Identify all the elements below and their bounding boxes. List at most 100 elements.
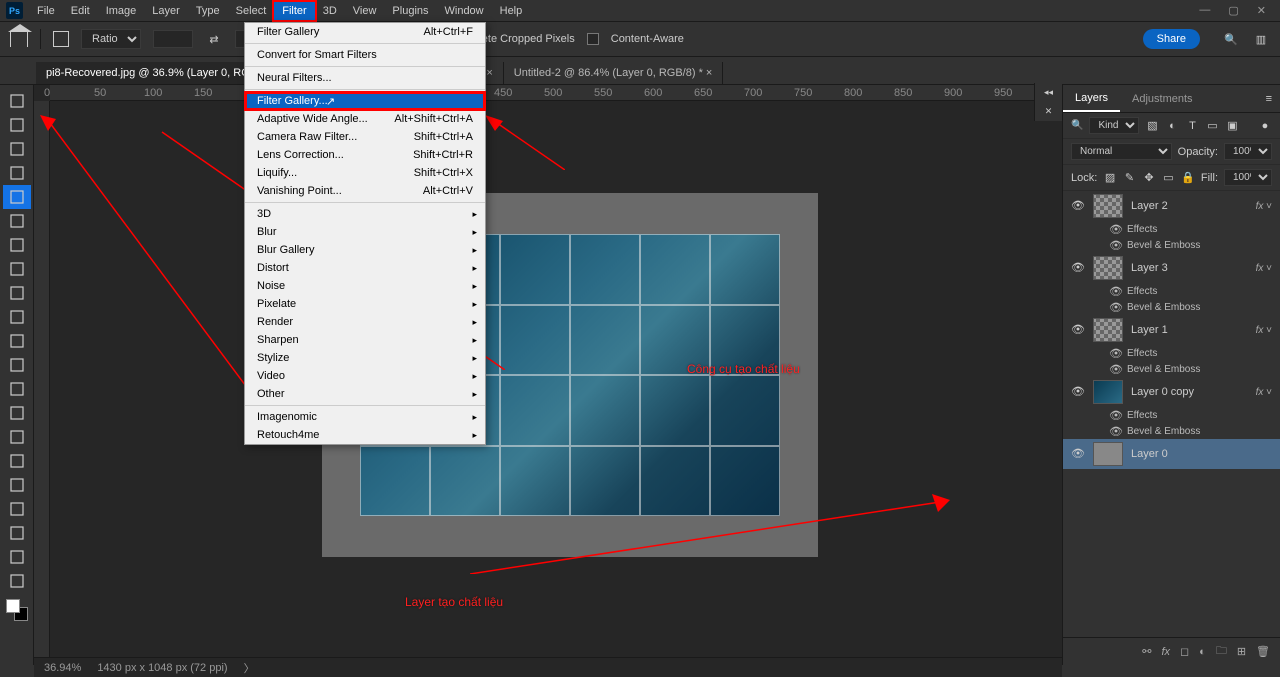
adjustment-layer-icon[interactable]: ◐ — [1199, 646, 1206, 658]
layer-thumbnail[interactable] — [1093, 318, 1123, 342]
filter-menu-item[interactable]: Blur Gallery — [245, 241, 485, 259]
visibility-icon[interactable]: 👁 — [1071, 199, 1085, 213]
history-tool[interactable] — [3, 329, 31, 353]
filter-menu-item[interactable]: Noise — [245, 277, 485, 295]
filter-menu-item[interactable]: Sharpen — [245, 331, 485, 349]
layer-effect[interactable]: 👁Bevel & Emboss — [1063, 361, 1280, 377]
filter-menu-item[interactable]: Liquify...Shift+Ctrl+X — [245, 164, 485, 182]
frame-tool[interactable] — [3, 209, 31, 233]
menu-type[interactable]: Type — [188, 2, 228, 20]
menu-select[interactable]: Select — [228, 2, 275, 20]
panel-close-icon[interactable]: ✕ — [1045, 106, 1053, 117]
filter-menu-item[interactable]: Imagenomic — [245, 408, 485, 426]
layer-row[interactable]: 👁Layer 0 — [1063, 439, 1280, 469]
lasso-tool[interactable] — [3, 137, 31, 161]
menu-window[interactable]: Window — [437, 2, 492, 20]
menu-3d[interactable]: 3D — [315, 2, 345, 20]
fx-badge[interactable]: fx ˅ — [1256, 387, 1272, 398]
menu-file[interactable]: File — [29, 2, 63, 20]
menu-help[interactable]: Help — [492, 2, 531, 20]
layer-row[interactable]: 👁Layer 2fx ˅ — [1063, 191, 1280, 221]
delete-layer-icon[interactable]: 🗑 — [1256, 645, 1270, 658]
layer-thumbnail[interactable] — [1093, 442, 1123, 466]
blur-tool[interactable] — [3, 401, 31, 425]
fx-badge[interactable]: fx ˅ — [1256, 263, 1272, 274]
lock-all-icon[interactable]: 🔒 — [1181, 171, 1195, 185]
menu-image[interactable]: Image — [98, 2, 145, 20]
ratio-select[interactable]: Ratio — [81, 29, 141, 49]
home-icon[interactable] — [10, 31, 28, 47]
fx-badge[interactable]: fx ˅ — [1256, 325, 1272, 336]
visibility-icon[interactable]: 👁 — [1071, 261, 1085, 275]
layer-thumbnail[interactable] — [1093, 380, 1123, 404]
crop-tool[interactable] — [3, 185, 31, 209]
layer-effect[interactable]: 👁Effects — [1063, 283, 1280, 299]
canvas[interactable]: 0501001502002503003504004505005506006507… — [34, 85, 1062, 665]
filter-menu-item[interactable]: Vanishing Point...Alt+Ctrl+V — [245, 182, 485, 200]
search-icon[interactable]: 🔍 — [1222, 30, 1240, 48]
filter-menu-item[interactable]: Render — [245, 313, 485, 331]
filter-pixel-icon[interactable]: ▧ — [1145, 119, 1159, 133]
dodge-tool[interactable] — [3, 425, 31, 449]
shape-tool[interactable] — [3, 521, 31, 545]
brush-tool[interactable] — [3, 281, 31, 305]
filter-menu-item[interactable]: Lens Correction...Shift+Ctrl+R — [245, 146, 485, 164]
workspace-icon[interactable]: ▥ — [1252, 30, 1270, 48]
filter-menu-item[interactable]: 3D — [245, 205, 485, 223]
menu-edit[interactable]: Edit — [63, 2, 98, 20]
type-tool[interactable] — [3, 473, 31, 497]
filter-menu-item[interactable]: Convert for Smart Filters — [245, 46, 485, 64]
blend-mode-select[interactable]: Normal — [1071, 143, 1172, 160]
eraser-tool[interactable] — [3, 353, 31, 377]
layer-row[interactable]: 👁Layer 0 copyfx ˅ — [1063, 377, 1280, 407]
heal-tool[interactable] — [3, 257, 31, 281]
link-layers-icon[interactable]: ⚯ — [1142, 645, 1151, 658]
new-layer-icon[interactable]: ⊞ — [1237, 645, 1246, 658]
document-tab[interactable]: Untitled-2 @ 86.4% (Layer 0, RGB/8) * × — [504, 62, 724, 84]
filter-menu-item[interactable]: Pixelate — [245, 295, 485, 313]
lock-pixels-icon[interactable]: ✎ — [1123, 171, 1136, 185]
lock-artboard-icon[interactable]: ▭ — [1162, 171, 1175, 185]
opacity-select[interactable]: 100% — [1224, 143, 1272, 160]
filter-smart-icon[interactable]: ▣ — [1225, 119, 1239, 133]
filter-menu-item[interactable]: Other — [245, 385, 485, 403]
tab-layers[interactable]: Layers — [1063, 86, 1120, 112]
layer-row[interactable]: 👁Layer 3fx ˅ — [1063, 253, 1280, 283]
filter-toggle-icon[interactable]: ● — [1258, 119, 1272, 133]
eyedrop-tool[interactable] — [3, 233, 31, 257]
menu-plugins[interactable]: Plugins — [384, 2, 436, 20]
stamp-tool[interactable] — [3, 305, 31, 329]
document-tab[interactable]: pi8-Recovered.jpg @ 36.9% (Layer 0, RG — [36, 62, 261, 84]
content-aware-checkbox[interactable] — [587, 33, 599, 45]
fill-select[interactable]: 100% — [1224, 169, 1272, 186]
filter-menu-item[interactable]: Video — [245, 367, 485, 385]
filter-menu-item[interactable]: Distort — [245, 259, 485, 277]
visibility-icon[interactable]: 👁 — [1071, 447, 1085, 461]
filter-adjust-icon[interactable]: ◐ — [1165, 119, 1179, 133]
layer-mask-icon[interactable]: ◻ — [1180, 645, 1189, 658]
filter-menu-item[interactable]: Filter GalleryAlt+Ctrl+F — [245, 23, 485, 41]
marquee-tool[interactable] — [3, 113, 31, 137]
layer-effect[interactable]: 👁Effects — [1063, 345, 1280, 361]
filter-shape-icon[interactable]: ▭ — [1205, 119, 1219, 133]
panel-menu-icon[interactable]: ≡ — [1266, 93, 1280, 105]
visibility-icon[interactable]: 👁 — [1071, 323, 1085, 337]
filter-menu-item[interactable]: Retouch4me — [245, 426, 485, 444]
visibility-icon[interactable]: 👁 — [1071, 385, 1085, 399]
lock-position-icon[interactable]: ✥ — [1142, 171, 1155, 185]
maximize-icon[interactable]: ▢ — [1228, 4, 1238, 17]
ratio-w-input[interactable] — [153, 30, 193, 48]
panel-collapse-icon[interactable]: ◂◂ — [1044, 87, 1053, 98]
layer-effect[interactable]: 👁Bevel & Emboss — [1063, 237, 1280, 253]
fx-badge[interactable]: fx ˅ — [1256, 201, 1272, 212]
layer-thumbnail[interactable] — [1093, 256, 1123, 280]
crop-tool-icon[interactable] — [53, 31, 69, 47]
filter-menu-item[interactable]: Adaptive Wide Angle...Alt+Shift+Ctrl+A — [245, 110, 485, 128]
layer-effect[interactable]: 👁Bevel & Emboss — [1063, 423, 1280, 439]
tab-adjustments[interactable]: Adjustments — [1120, 87, 1205, 111]
share-button[interactable]: Share — [1143, 29, 1200, 49]
filter-menu-item[interactable]: Filter Gallery...↖ — [245, 92, 485, 110]
filter-type-icon[interactable]: T — [1185, 119, 1199, 133]
layer-effect[interactable]: 👁Effects — [1063, 407, 1280, 423]
menu-layer[interactable]: Layer — [144, 2, 188, 20]
